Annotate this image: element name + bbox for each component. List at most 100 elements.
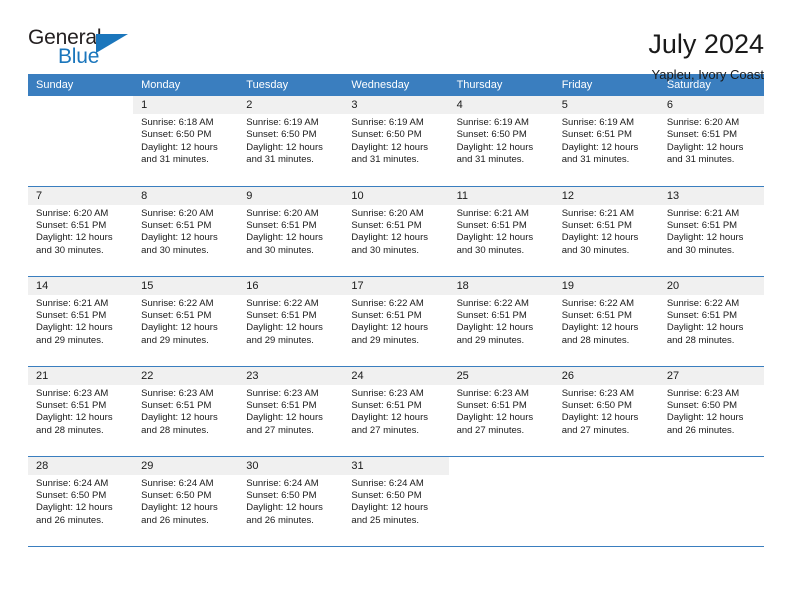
- day-cell[interactable]: 28 Sunrise: 6:24 AM Sunset: 6:50 PM Dayligh…: [28, 456, 134, 547]
- weekday-header-friday: Friday: [553, 74, 659, 96]
- day-cell[interactable]: 14 Sunrise: 6:21 AM Sunset: 6:51 PM Dayligh…: [28, 276, 134, 367]
- day-cell[interactable]: 21 Sunrise: 6:23 AM Sunset: 6:51 PM Dayligh…: [28, 366, 134, 457]
- week-row: 7 Sunrise: 6:20 AM Sunset: 6:51 PM Daylight…: [28, 186, 764, 277]
- day-cell[interactable]: 19 Sunrise: 6:22 AM Sunset: 6:51 PM Dayligh…: [553, 276, 659, 367]
- daylight-text-line1: Daylight: 12 hours: [456, 412, 534, 424]
- day-cell[interactable]: 3 Sunrise: 6:19 AM Sunset: 6:50 PM Daylight…: [343, 96, 449, 187]
- sunrise-text: Sunrise: 6:22 AM: [246, 297, 319, 309]
- sunset-text: Sunset: 6:50 PM: [141, 489, 212, 501]
- day-cell[interactable]: 10 Sunrise: 6:20 AM Sunset: 6:51 PM Dayligh…: [343, 186, 449, 277]
- daylight-text-line1: Daylight: 12 hours: [141, 322, 218, 334]
- day-cell[interactable]: 7 Sunrise: 6:20 AM Sunset: 6:51 PM Daylight…: [28, 186, 134, 277]
- day-cell[interactable]: 18 Sunrise: 6:22 AM Sunset: 6:51 PM Dayligh…: [448, 276, 554, 367]
- daylight-text-line1: Daylight: 12 hours: [141, 412, 218, 424]
- day-cell[interactable]: 8 Sunrise: 6:20 AM Sunset: 6:51 PM Daylight…: [133, 186, 239, 277]
- day-cell[interactable]: [658, 456, 764, 547]
- day-cell[interactable]: 15 Sunrise: 6:22 AM Sunset: 6:51 PM Dayligh…: [133, 276, 239, 367]
- day-details: Sunrise: 6:20 AM Sunset: 6:51 PM Daylight:…: [238, 205, 343, 258]
- day-details: [449, 475, 554, 478]
- day-number: 18: [448, 276, 554, 295]
- day-cell[interactable]: 24 Sunrise: 6:23 AM Sunset: 6:51 PM Dayligh…: [343, 366, 449, 457]
- daylight-text-line2: and 29 minutes.: [351, 334, 420, 346]
- day-details: Sunrise: 6:22 AM Sunset: 6:51 PM Daylight:…: [343, 295, 448, 348]
- day-cell[interactable]: 11 Sunrise: 6:21 AM Sunset: 6:51 PM Dayligh…: [448, 186, 554, 277]
- day-cell[interactable]: 30 Sunrise: 6:24 AM Sunset: 6:50 PM Dayligh…: [238, 456, 344, 547]
- daylight-text-line2: and 29 minutes.: [456, 334, 525, 346]
- daylight-text-line2: and 27 minutes.: [456, 424, 525, 436]
- day-cell[interactable]: 1 Sunrise: 6:18 AM Sunset: 6:50 PM Daylight…: [133, 96, 239, 187]
- sunrise-text: Sunrise: 6:24 AM: [246, 477, 319, 489]
- day-cell[interactable]: [448, 456, 554, 547]
- page-header: General Blue July 2024 Yapleu, Ivory Coa…: [28, 0, 764, 82]
- day-cell[interactable]: [28, 96, 134, 187]
- weekday-header-tuesday: Tuesday: [238, 74, 344, 96]
- weekday-header-thursday: Thursday: [448, 74, 554, 96]
- day-cell[interactable]: [553, 456, 659, 547]
- day-cell[interactable]: 17 Sunrise: 6:22 AM Sunset: 6:51 PM Dayligh…: [343, 276, 449, 367]
- day-number: 6: [658, 96, 764, 114]
- day-cell[interactable]: 20 Sunrise: 6:22 AM Sunset: 6:51 PM Dayligh…: [658, 276, 764, 367]
- day-details: Sunrise: 6:19 AM Sunset: 6:51 PM Daylight:…: [554, 114, 659, 167]
- day-cell[interactable]: 27 Sunrise: 6:23 AM Sunset: 6:50 PM Dayligh…: [658, 366, 764, 457]
- daylight-text-line1: Daylight: 12 hours: [36, 412, 113, 424]
- day-cell[interactable]: 26 Sunrise: 6:23 AM Sunset: 6:50 PM Dayligh…: [553, 366, 659, 457]
- sunrise-text: Sunrise: 6:23 AM: [351, 387, 424, 399]
- day-cell[interactable]: 9 Sunrise: 6:20 AM Sunset: 6:51 PM Daylight…: [238, 186, 344, 277]
- daylight-text-line1: Daylight: 12 hours: [561, 232, 639, 244]
- sunrise-text: Sunrise: 6:24 AM: [351, 477, 424, 489]
- day-cell[interactable]: 5 Sunrise: 6:19 AM Sunset: 6:51 PM Daylight…: [553, 96, 659, 187]
- daylight-text-line1: Daylight: 12 hours: [246, 141, 323, 153]
- day-cell[interactable]: 4 Sunrise: 6:19 AM Sunset: 6:50 PM Daylight…: [448, 96, 554, 187]
- general-blue-logo[interactable]: General Blue: [28, 26, 148, 72]
- day-details: [554, 475, 659, 478]
- sunrise-text: Sunrise: 6:20 AM: [666, 117, 740, 128]
- daylight-text-line2: and 30 minutes.: [246, 244, 314, 256]
- sunrise-text: Sunrise: 6:20 AM: [36, 207, 109, 219]
- day-number: 2: [238, 96, 344, 114]
- day-details: Sunrise: 6:20 AM Sunset: 6:51 PM Daylight:…: [659, 114, 764, 167]
- day-details: Sunrise: 6:21 AM Sunset: 6:51 PM Daylight:…: [28, 295, 133, 348]
- day-details: Sunrise: 6:22 AM Sunset: 6:51 PM Daylight:…: [659, 295, 764, 348]
- day-cell[interactable]: 12 Sunrise: 6:21 AM Sunset: 6:51 PM Dayligh…: [553, 186, 659, 277]
- daylight-text-line1: Daylight: 12 hours: [561, 412, 639, 424]
- day-cell[interactable]: 29 Sunrise: 6:24 AM Sunset: 6:50 PM Dayligh…: [133, 456, 239, 547]
- day-number: 23: [238, 366, 344, 385]
- calendar-body: 1 Sunrise: 6:18 AM Sunset: 6:50 PM Daylight…: [28, 96, 764, 547]
- day-details: Sunrise: 6:24 AM Sunset: 6:50 PM Daylight:…: [133, 475, 238, 528]
- daylight-text-line1: Daylight: 12 hours: [456, 232, 534, 244]
- sunrise-text: Sunrise: 6:23 AM: [36, 387, 109, 399]
- day-number: 8: [133, 186, 239, 205]
- sunset-text: Sunset: 6:51 PM: [456, 399, 527, 411]
- daylight-text-line1: Daylight: 12 hours: [246, 502, 323, 514]
- day-cell[interactable]: 6 Sunrise: 6:20 AM Sunset: 6:51 PM Daylight…: [658, 96, 764, 187]
- daylight-text-line2: and 26 minutes.: [666, 424, 735, 436]
- day-details: Sunrise: 6:24 AM Sunset: 6:50 PM Daylight:…: [343, 475, 448, 528]
- daylight-text-line2: and 30 minutes.: [456, 244, 525, 256]
- sunset-text: Sunset: 6:50 PM: [351, 129, 422, 141]
- sunrise-text: Sunrise: 6:19 AM: [351, 117, 424, 128]
- day-number: 19: [553, 276, 659, 295]
- day-details: Sunrise: 6:24 AM Sunset: 6:50 PM Daylight:…: [238, 475, 343, 528]
- daylight-text-line2: and 26 minutes.: [141, 514, 209, 526]
- day-cell[interactable]: 25 Sunrise: 6:23 AM Sunset: 6:51 PM Dayligh…: [448, 366, 554, 457]
- daylight-text-line2: and 26 minutes.: [246, 514, 314, 526]
- week-row: 14 Sunrise: 6:21 AM Sunset: 6:51 PM Dayligh…: [28, 276, 764, 367]
- day-cell[interactable]: 23 Sunrise: 6:23 AM Sunset: 6:51 PM Dayligh…: [238, 366, 344, 457]
- day-cell[interactable]: 2 Sunrise: 6:19 AM Sunset: 6:50 PM Daylight…: [238, 96, 344, 187]
- day-number: 17: [343, 276, 449, 295]
- calendar-page: General Blue July 2024 Yapleu, Ivory Coa…: [0, 0, 792, 612]
- day-cell[interactable]: 13 Sunrise: 6:21 AM Sunset: 6:51 PM Dayligh…: [658, 186, 764, 277]
- day-details: Sunrise: 6:23 AM Sunset: 6:51 PM Daylight:…: [449, 385, 554, 438]
- day-details: Sunrise: 6:20 AM Sunset: 6:51 PM Daylight:…: [343, 205, 448, 258]
- day-number: 25: [448, 366, 554, 385]
- week-row: 1 Sunrise: 6:18 AM Sunset: 6:50 PM Daylight…: [28, 96, 764, 187]
- day-number: 21: [28, 366, 134, 385]
- daylight-text-line2: and 29 minutes.: [141, 334, 209, 346]
- sunrise-text: Sunrise: 6:21 AM: [36, 297, 109, 309]
- day-details: Sunrise: 6:24 AM Sunset: 6:50 PM Daylight:…: [28, 475, 133, 528]
- day-details: Sunrise: 6:23 AM Sunset: 6:51 PM Daylight:…: [238, 385, 343, 438]
- daylight-text-line2: and 31 minutes.: [246, 154, 314, 166]
- day-cell[interactable]: 16 Sunrise: 6:22 AM Sunset: 6:51 PM Dayligh…: [238, 276, 344, 367]
- day-cell[interactable]: 22 Sunrise: 6:23 AM Sunset: 6:51 PM Dayligh…: [133, 366, 239, 457]
- day-cell[interactable]: 31 Sunrise: 6:24 AM Sunset: 6:50 PM Dayligh…: [343, 456, 449, 547]
